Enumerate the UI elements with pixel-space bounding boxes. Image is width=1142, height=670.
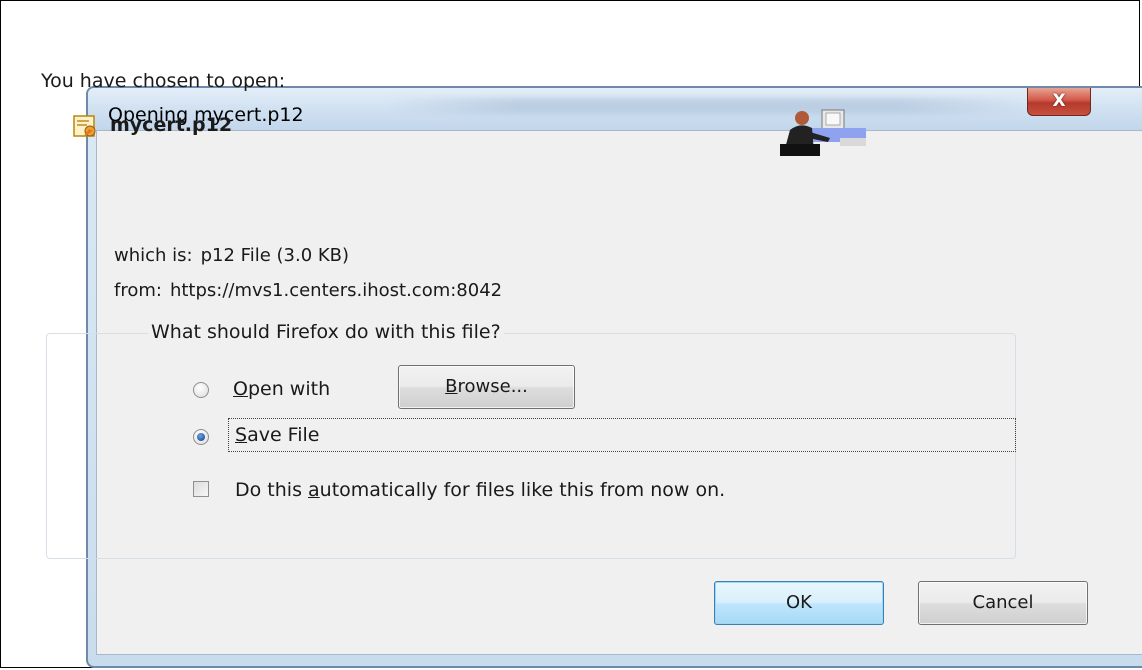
certificate-file-icon xyxy=(73,115,96,137)
file-type-value: p12 File (3.0 KB) xyxy=(200,245,350,266)
save-file-focus-outline xyxy=(228,418,1016,452)
person-at-computer-icon xyxy=(780,109,866,156)
close-icon: X xyxy=(1052,91,1066,111)
open-with-radio[interactable] xyxy=(193,382,209,398)
file-type-row: which is: p12 File (3.0 KB) xyxy=(114,245,349,266)
close-button[interactable]: X xyxy=(1027,88,1091,116)
action-group-legend: What should Firefox do with this file? xyxy=(148,321,504,343)
title-bar-background-ghost xyxy=(388,98,1028,114)
browse-button[interactable]: Browse... xyxy=(398,365,575,409)
file-source-row: from: https://mvs1.centers.ihost.com:8042 xyxy=(114,280,502,301)
ok-button[interactable]: OK xyxy=(714,581,884,625)
auto-checkbox-label[interactable]: Do this automatically for files like thi… xyxy=(235,479,725,501)
file-source-label: from: xyxy=(114,280,162,301)
save-file-label[interactable]: Save File xyxy=(235,424,319,446)
intro-text: You have chosen to open: xyxy=(41,70,286,92)
file-name: mycert.p12 xyxy=(110,114,233,136)
auto-checkbox[interactable] xyxy=(193,481,209,497)
file-source-value: https://mvs1.centers.ihost.com:8042 xyxy=(169,280,503,301)
save-file-radio[interactable] xyxy=(193,429,209,445)
cancel-button[interactable]: Cancel xyxy=(918,581,1088,625)
open-with-label[interactable]: Open with xyxy=(233,378,330,400)
file-type-label: which is: xyxy=(114,245,193,266)
title-bar[interactable]: Opening mycert.p12 X xyxy=(88,88,1142,130)
